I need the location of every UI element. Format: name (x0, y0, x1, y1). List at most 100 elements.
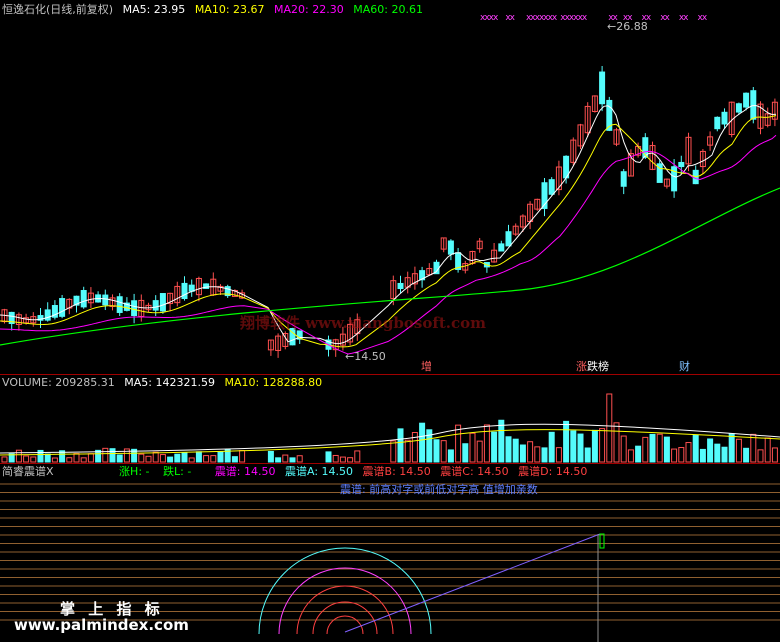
signal-mark: xx (505, 13, 515, 23)
volume-bar (656, 433, 663, 463)
volume-bar (332, 454, 339, 463)
volume-bar (548, 431, 555, 463)
candle-body (714, 116, 721, 130)
volume-bar (728, 433, 735, 463)
volume-bar (519, 444, 526, 463)
volume-bar (44, 453, 51, 463)
volume-bar (541, 447, 548, 463)
volume-bar (102, 447, 109, 463)
candle-body (152, 300, 159, 311)
signal-mark: xxxxxx (560, 13, 587, 23)
volume-ma5-label: MA5: 142321.59 (124, 376, 215, 389)
volume-bar (339, 456, 346, 463)
volume-bar (555, 447, 562, 463)
volume-bar (296, 455, 303, 463)
die-l-label: 跌L: - (163, 465, 192, 478)
candle-body (599, 71, 606, 105)
signal-mark: xx (660, 13, 670, 23)
volume-bar (613, 422, 620, 463)
volume-bar (174, 453, 181, 463)
volume-bar (23, 455, 30, 463)
volume-bar (30, 456, 37, 463)
volume-bar (159, 454, 166, 463)
volume-bar (239, 450, 246, 463)
indicator-panel[interactable]: 简睿震谱X 涨H: - 跌L: - 震谱: 14.50 震谱A: 14.50 震… (0, 464, 780, 642)
indicator-trend-line (344, 533, 601, 633)
volume-bar (231, 456, 238, 463)
candle-body (59, 298, 66, 317)
candle-body (548, 179, 555, 195)
volume-bar (210, 455, 217, 463)
volume-bar (167, 456, 174, 463)
volume-bar (419, 422, 426, 463)
volume-bar (447, 449, 454, 463)
volume-bar (635, 445, 642, 463)
signal-marks: xxxx xx xxxxxxx xxxxxx xx xx xx xx xx xx (480, 13, 716, 23)
volume-bar (289, 457, 296, 463)
volume-bar (743, 447, 750, 463)
event-tag-zhangdiebang[interactable]: 涨跌榜 (576, 360, 609, 373)
event-tag-zeng[interactable]: 增 (421, 360, 432, 373)
volume-bar (563, 420, 570, 463)
volume-header: VOLUME: 209285.31 MA5: 142321.59 MA10: 1… (2, 376, 328, 389)
volume-bar (707, 438, 714, 463)
volume-bar (195, 451, 202, 463)
volume-bar (750, 433, 757, 463)
volume-bar (591, 429, 598, 463)
volume-bar (440, 440, 447, 463)
software-watermark: 翔博软件 www.xiangbosoft.com (240, 314, 486, 332)
signal-mark: xxxxxxx (525, 13, 557, 23)
ma10-label: MA10: 23.67 (194, 3, 265, 16)
candle-body (102, 294, 109, 306)
volume-bar (73, 453, 80, 463)
volume-bar (325, 451, 332, 463)
volume-ma5-line (0, 423, 780, 454)
ma5-label: MA5: 23.95 (122, 3, 186, 16)
candle-body (678, 161, 685, 168)
volume-bar (404, 439, 411, 463)
candle-body (721, 111, 728, 125)
volume-bar (152, 451, 159, 463)
candle-body (750, 90, 757, 120)
volume-bar (51, 457, 58, 463)
volume-panel[interactable]: VOLUME: 209285.31 MA5: 142321.59 MA10: 1… (0, 375, 780, 463)
zhenpu-a-label: 震谱A: 14.50 (285, 465, 354, 478)
volume-bar (599, 428, 606, 463)
volume-bar (534, 446, 541, 463)
volume-bar (282, 454, 289, 463)
volume-bar (735, 438, 742, 463)
price-header: 恒逸石化(日线,前复权) MA5: 23.95 MA10: 23.67 MA20… (2, 3, 429, 16)
volume-bar (505, 436, 512, 463)
candle-body (397, 282, 404, 290)
volume-bar (483, 424, 490, 463)
volume-bar (347, 457, 354, 463)
volume-bar (570, 430, 577, 463)
candle-body (159, 293, 166, 312)
indicator-name[interactable]: 简睿震谱X (2, 465, 54, 478)
event-tag-cai[interactable]: 财 (679, 360, 690, 373)
volume-bar (757, 449, 764, 463)
volume-bar (527, 441, 534, 463)
volume-bar (275, 457, 282, 463)
volume-bar (671, 448, 678, 463)
candle-body (447, 240, 454, 255)
volume-bar (620, 435, 627, 463)
volume-bar (714, 443, 721, 463)
volume-bar (649, 433, 656, 463)
volume-bar (642, 436, 649, 463)
volume-bar (606, 393, 613, 463)
low-price-label: ←14.50 (345, 350, 386, 363)
indicator-note: 震谱: 前高对字或前低对字高 值增加亲数 (340, 483, 538, 496)
volume-bar (181, 452, 188, 463)
signal-mark: xxxx (480, 13, 498, 23)
signal-mark: xx (678, 13, 689, 23)
volume-bar (145, 455, 152, 463)
volume-bar (188, 457, 195, 463)
volume-bar (476, 440, 483, 463)
volume-bar (678, 447, 685, 463)
price-panel[interactable]: 恒逸石化(日线,前复权) MA5: 23.95 MA10: 23.67 MA20… (0, 0, 780, 374)
candle-body (743, 92, 750, 108)
volume-bar (138, 453, 145, 463)
ma60-label: MA60: 20.61 (353, 3, 423, 16)
palm-url-watermark: www.palmindex.com (14, 616, 189, 634)
